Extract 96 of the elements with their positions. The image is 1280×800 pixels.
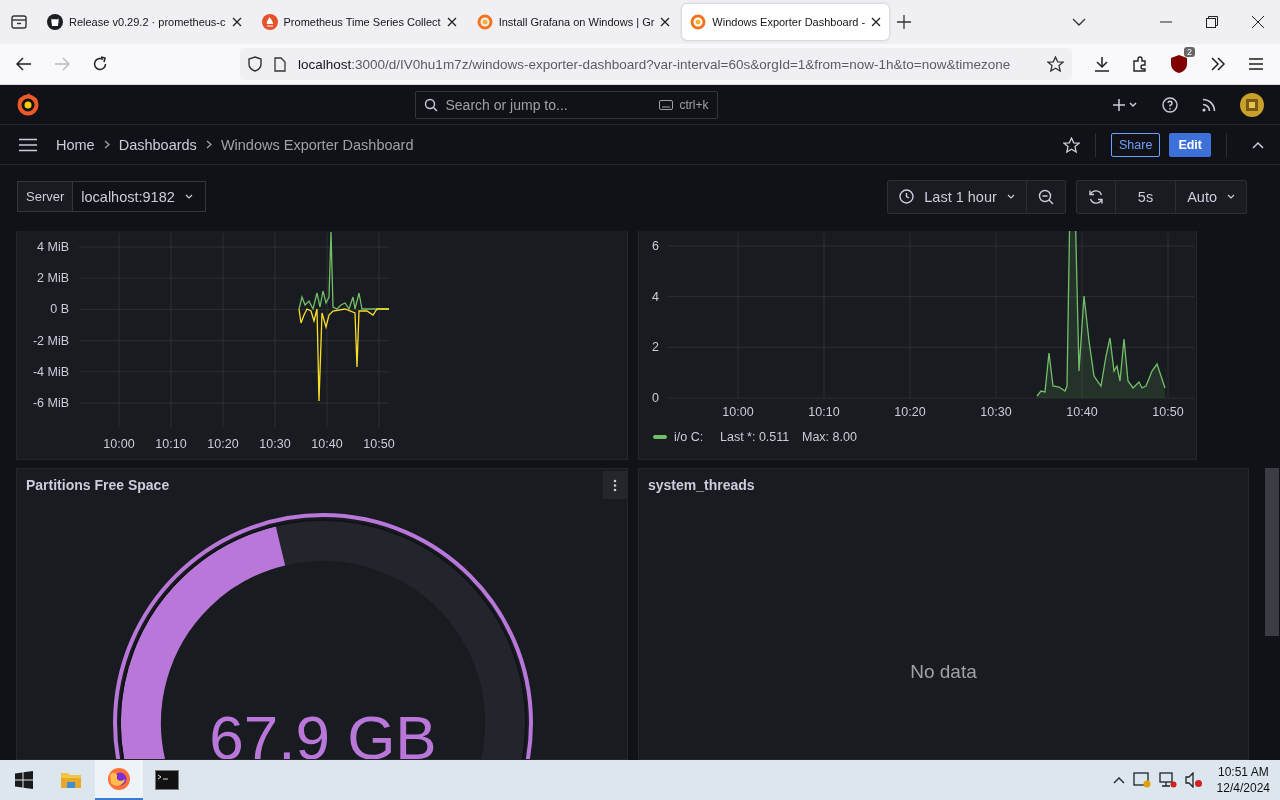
- browser-tab[interactable]: Release v0.29.2 · prometheus-c: [39, 4, 250, 40]
- axis-label: 0 B: [50, 302, 69, 317]
- more-icon: [613, 478, 617, 492]
- folder-icon: [60, 770, 82, 790]
- share-button[interactable]: Share: [1111, 132, 1161, 157]
- breadcrumb-link[interactable]: Dashboards: [118, 136, 197, 153]
- speaker-muted-icon[interactable]: [1184, 772, 1203, 788]
- chevron-icon: [103, 140, 110, 149]
- clock-icon: [899, 189, 915, 204]
- axis-label: 10:40: [311, 437, 343, 451]
- reload-icon[interactable]: [92, 56, 108, 72]
- legend-stat: Max: 8.00: [802, 430, 857, 444]
- taskbar-app[interactable]: [95, 760, 143, 800]
- axis-label: 10:20: [894, 405, 926, 419]
- caret-icon: [184, 194, 193, 199]
- variable-label: Server: [17, 181, 73, 212]
- restore-icon[interactable]: [1206, 16, 1218, 28]
- search-bar[interactable]: Search or jump to... ctrl+k: [414, 90, 718, 119]
- caret-icon: [1227, 194, 1235, 199]
- keyboard-icon: [659, 99, 674, 110]
- axis-label: 10:10: [155, 437, 187, 451]
- back-icon[interactable]: [16, 57, 32, 71]
- axis-label: 10:50: [1152, 405, 1184, 419]
- axis-label: 10:00: [722, 405, 754, 419]
- search-input[interactable]: Search or jump to...: [443, 95, 654, 114]
- shield-extension-icon[interactable]: [1170, 54, 1188, 74]
- axis-label: -2 MiB: [32, 333, 69, 348]
- axis-label: 4: [652, 289, 659, 304]
- gauge-value: 67.9 GB: [209, 703, 437, 759]
- puzzle-icon[interactable]: [1132, 56, 1148, 72]
- axis-label: 10:10: [808, 405, 840, 419]
- panel-title: system_threads: [648, 477, 755, 493]
- edit-button[interactable]: Edit: [1169, 132, 1211, 157]
- chevron-up-icon[interactable]: [1112, 776, 1125, 784]
- search-icon: [423, 97, 438, 112]
- rss-icon[interactable]: [1202, 97, 1216, 112]
- network-icon[interactable]: [1158, 772, 1177, 788]
- axis-label: 10:00: [103, 437, 135, 451]
- address-bar[interactable]: localhost:3000/d/IV0hu1m7z/windows-exporter-dashboard?var-interval=60s&orgId=1&from=now-1h&to=now&timezone: [240, 48, 1072, 80]
- axis-label: 2: [652, 340, 659, 355]
- close-window-icon[interactable]: [1252, 16, 1264, 28]
- zoom-out-icon: [1037, 188, 1054, 205]
- refresh-icon: [1087, 188, 1104, 205]
- taskbar-time[interactable]: 10:51 AM: [1217, 764, 1269, 780]
- caret-icon: [1006, 194, 1015, 199]
- collapse-icon[interactable]: [1252, 140, 1264, 149]
- axis-label: 2 MiB: [37, 271, 69, 286]
- axis-label: -4 MiB: [32, 364, 69, 379]
- legend-label[interactable]: i/o C:: [674, 430, 704, 444]
- download-icon[interactable]: [1094, 56, 1110, 72]
- new-tab-icon[interactable]: [897, 15, 912, 29]
- extension-badge: 2: [1184, 47, 1195, 57]
- server-select[interactable]: localhost:9182: [72, 181, 206, 212]
- close-tab-icon[interactable]: [231, 17, 242, 27]
- axis-label: 10:30: [980, 405, 1012, 419]
- breadcrumb-link[interactable]: Windows Exporter Dashboard: [220, 136, 414, 153]
- axis-label: 10:20: [207, 437, 239, 451]
- taskbar-date[interactable]: 12/4/2024: [1216, 780, 1270, 796]
- page-icon: [274, 56, 286, 72]
- axis-label: 6: [652, 239, 659, 253]
- shortcut-hint: ctrl+k: [679, 97, 709, 112]
- windows-start-icon[interactable]: [15, 771, 33, 789]
- close-tab-icon[interactable]: [660, 17, 671, 27]
- breadcrumb-link[interactable]: Home: [56, 136, 95, 153]
- chevrons-icon[interactable]: [1210, 57, 1226, 71]
- terminal-icon: [155, 770, 179, 790]
- axis-label: 0: [652, 391, 659, 406]
- axis-label: 10:30: [259, 437, 291, 451]
- panel-menu-button[interactable]: [603, 471, 627, 499]
- add-menu-icon[interactable]: [1112, 97, 1138, 112]
- axis-label: 10:40: [1066, 405, 1098, 419]
- auto-refresh-button[interactable]: Auto: [1176, 180, 1246, 213]
- browser-tab[interactable]: Prometheus Time Series Collect: [253, 4, 465, 40]
- panel-title: Partitions Free Space: [26, 477, 170, 493]
- browser-tab[interactable]: Windows Exporter Dashboard -: [682, 4, 890, 40]
- close-tab-icon[interactable]: [871, 17, 882, 27]
- close-tab-icon[interactable]: [446, 17, 457, 27]
- menu-icon[interactable]: [1248, 57, 1264, 71]
- tab-overflow-icon[interactable]: [1072, 18, 1086, 26]
- browser-tab[interactable]: Install Grafana on Windows | Gr: [468, 4, 679, 40]
- axis-label: -6 MiB: [32, 396, 69, 410]
- star-icon[interactable]: [1063, 136, 1081, 153]
- shield-icon: [248, 56, 262, 72]
- axis-label: 10:50: [363, 437, 395, 451]
- tab-list-icon[interactable]: [11, 15, 27, 29]
- chevron-icon: [205, 140, 212, 149]
- security-icon[interactable]: [1132, 772, 1151, 788]
- axis-label: 4 MiB: [37, 240, 69, 254]
- firefox-icon: [107, 767, 131, 791]
- refresh-interval-button[interactable]: 5s: [1115, 180, 1177, 213]
- scrollbar-thumb[interactable]: [1265, 468, 1279, 636]
- no-data-message: No data: [910, 661, 977, 684]
- avatar-icon[interactable]: [1240, 92, 1264, 117]
- legend-stat: Last *: 0.511: [720, 430, 790, 444]
- help-icon[interactable]: [1162, 96, 1178, 113]
- bookmark-star-icon[interactable]: [1047, 56, 1064, 72]
